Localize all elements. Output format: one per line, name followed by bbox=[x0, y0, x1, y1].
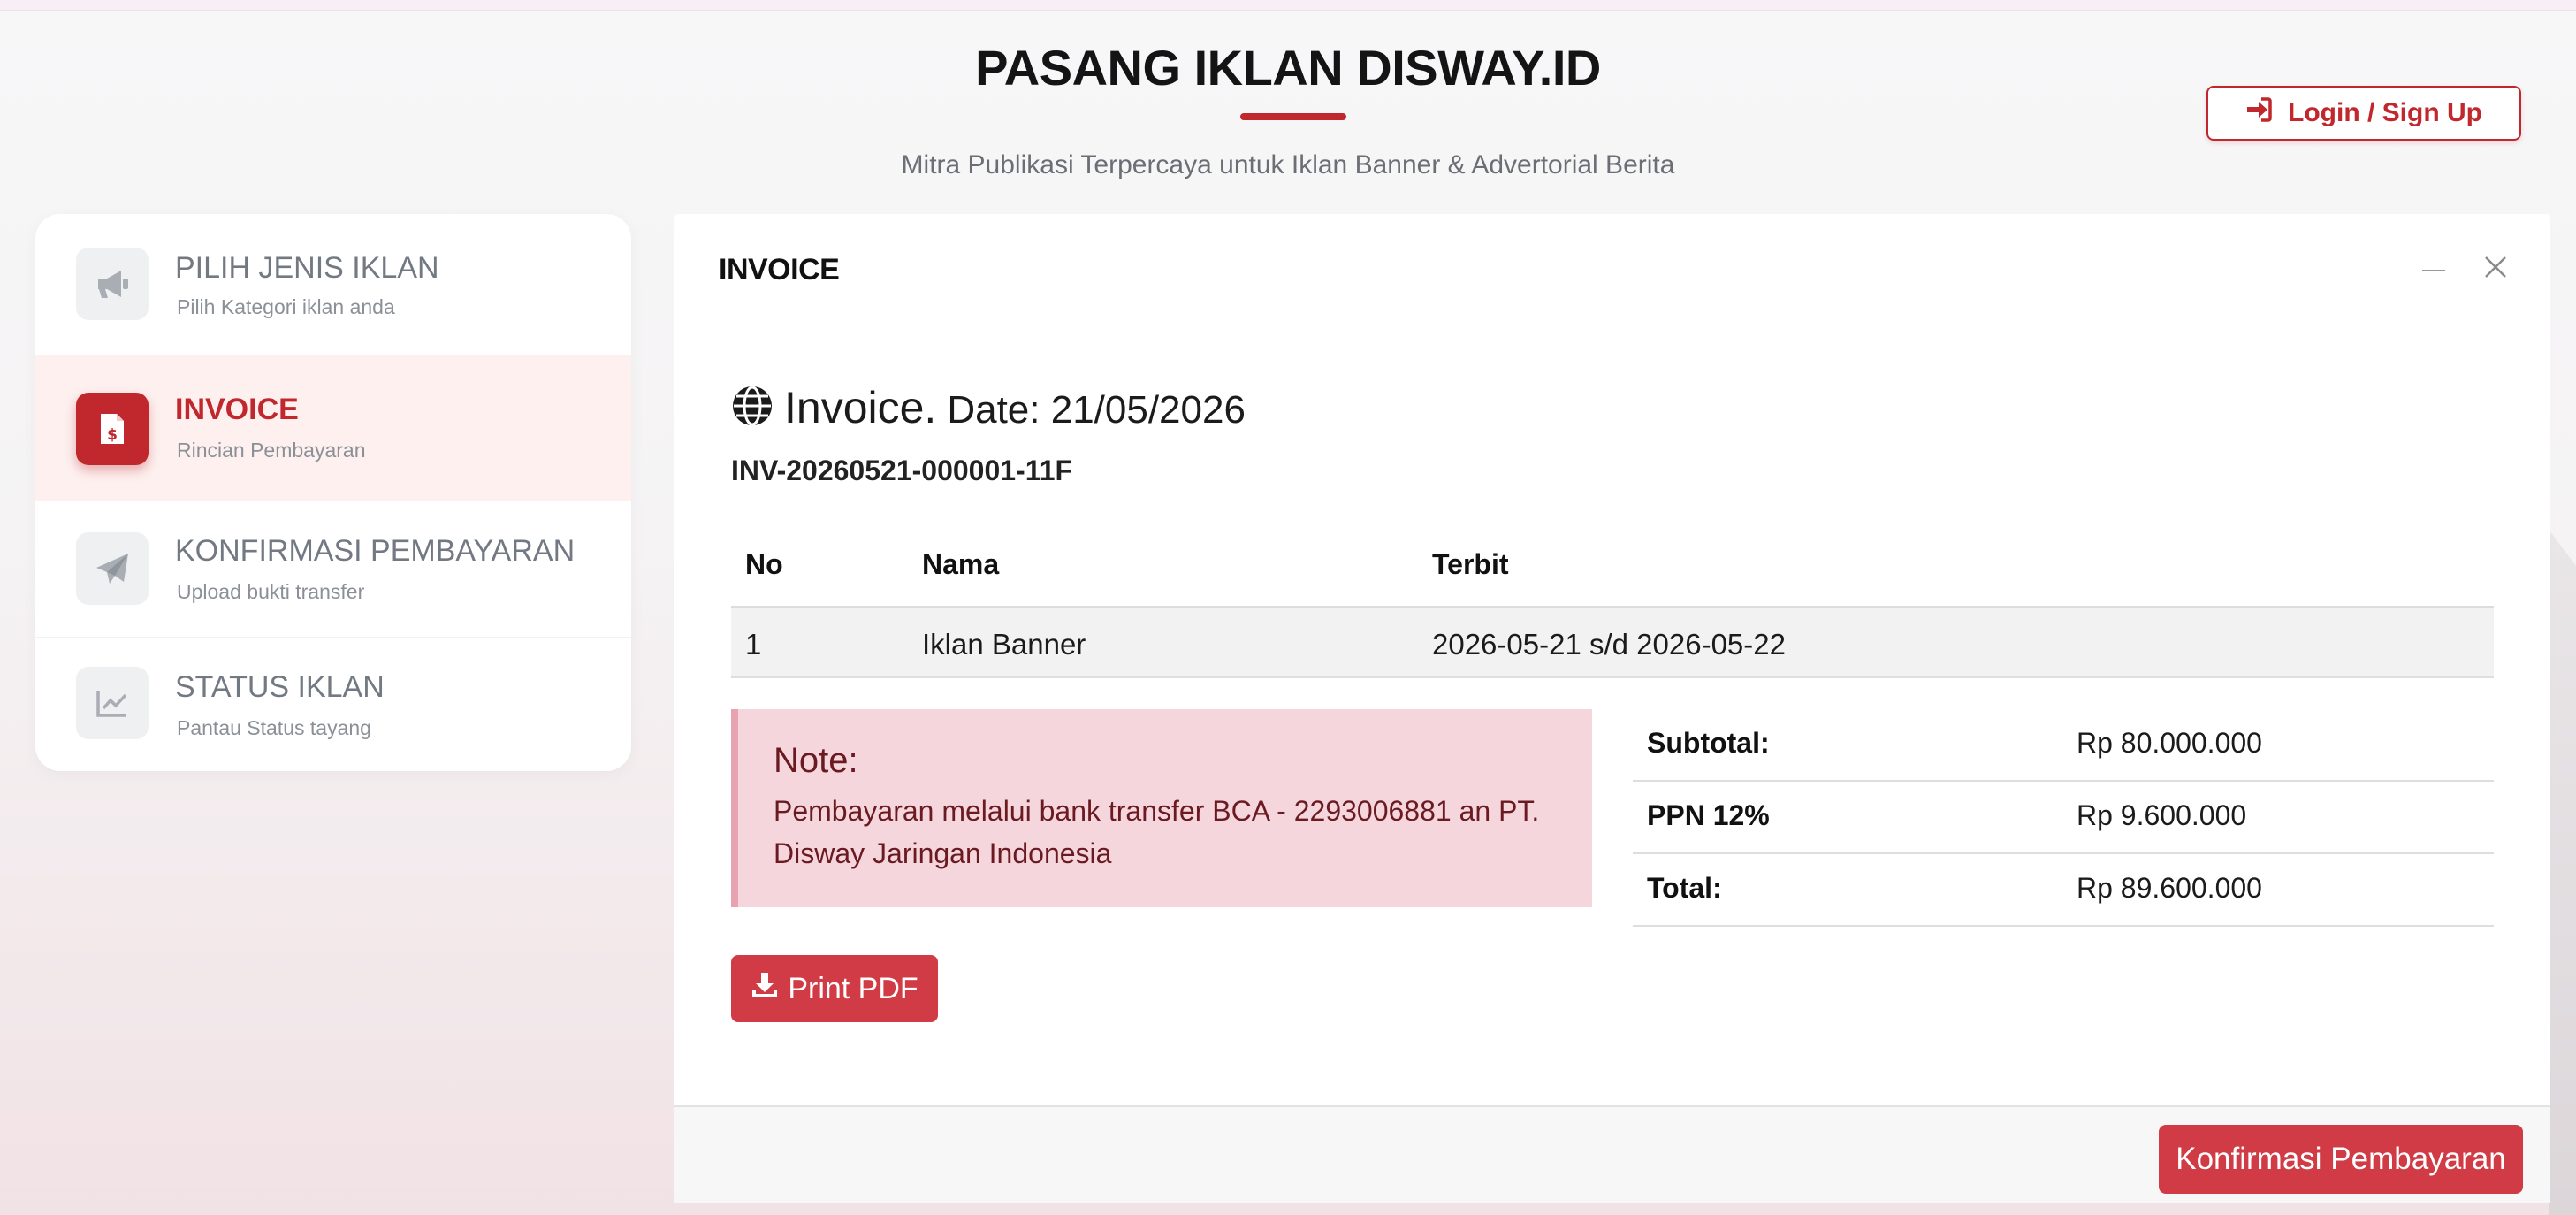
step-label: INVOICE bbox=[175, 393, 299, 426]
close-button[interactable] bbox=[2478, 251, 2513, 287]
paper-plane-icon bbox=[76, 532, 149, 605]
modal-title: INVOICE bbox=[719, 253, 840, 287]
step-pilih-jenis-iklan[interactable]: PILIH JENIS IKLAN Pilih Kategori iklan a… bbox=[35, 214, 631, 355]
chart-line-icon bbox=[76, 667, 149, 739]
table-header-terbit: Terbit bbox=[1432, 548, 1509, 580]
total-row: Total: Rp 89.600.000 bbox=[1633, 854, 2494, 927]
step-sublabel: Pantau Status tayang bbox=[177, 716, 371, 739]
login-label: Login / Sign Up bbox=[2288, 98, 2482, 127]
svg-text:$: $ bbox=[107, 426, 118, 444]
total-value: Rp 89.600.000 bbox=[2077, 872, 2262, 904]
step-invoice[interactable]: $ INVOICE Rincian Pembayaran bbox=[35, 355, 631, 501]
invoice-word: Invoice. bbox=[784, 383, 937, 432]
title-underline bbox=[1240, 113, 1346, 120]
print-pdf-button[interactable]: Print PDF bbox=[731, 955, 938, 1022]
subtotal-value: Rp 80.000.000 bbox=[2077, 727, 2262, 759]
subtotal-label: Subtotal: bbox=[1647, 727, 1770, 759]
step-sidebar: PILIH JENIS IKLAN Pilih Kategori iklan a… bbox=[35, 214, 631, 771]
close-icon bbox=[2484, 256, 2507, 283]
note-title: Note: bbox=[774, 741, 858, 780]
megaphone-icon bbox=[76, 248, 149, 320]
table-header-nama: Nama bbox=[922, 548, 1000, 580]
step-konfirmasi-pembayaran[interactable]: KONFIRMASI PEMBAYARAN Upload bukti trans… bbox=[35, 501, 631, 637]
modal-footer: Konfirmasi Pembayaran bbox=[674, 1105, 2550, 1203]
background-shape bbox=[2549, 531, 2576, 1215]
invoice-icon: $ bbox=[76, 393, 149, 465]
note-text: Pembayaran melalui bank transfer BCA - 2… bbox=[774, 795, 1540, 869]
minimize-button[interactable] bbox=[2416, 251, 2451, 287]
step-status-iklan[interactable]: STATUS IKLAN Pantau Status tayang bbox=[35, 638, 631, 771]
subtotal-row: Subtotal: Rp 80.000.000 bbox=[1633, 709, 2494, 782]
table-cell-terbit: 2026-05-21 s/d 2026-05-22 bbox=[1432, 628, 1786, 661]
step-label: KONFIRMASI PEMBAYARAN bbox=[175, 534, 575, 568]
invoice-number: INV-20260521-000001-11F bbox=[731, 455, 1073, 486]
totals-table: Subtotal: Rp 80.000.000 PPN 12% Rp 9.600… bbox=[1633, 709, 2494, 927]
minimize-icon bbox=[2422, 261, 2445, 277]
table-cell-nama: Iklan Banner bbox=[922, 628, 1086, 661]
login-signup-button[interactable]: Login / Sign Up bbox=[2206, 86, 2521, 141]
invoice-heading: Invoice. Date: 21/05/2026 bbox=[731, 382, 1246, 433]
tax-label: PPN 12% bbox=[1647, 799, 1770, 831]
tax-row: PPN 12% Rp 9.600.000 bbox=[1633, 782, 2494, 854]
page-title: PASANG IKLAN DISWAY.ID bbox=[975, 40, 1601, 96]
table-header-no: No bbox=[745, 548, 783, 580]
total-label: Total: bbox=[1647, 872, 1722, 904]
table-cell-no: 1 bbox=[745, 628, 762, 661]
top-strip bbox=[0, 0, 2576, 11]
step-sublabel: Pilih Kategori iklan anda bbox=[177, 295, 395, 318]
step-label: PILIH JENIS IKLAN bbox=[175, 251, 439, 285]
payment-note: Note: Pembayaran melalui bank transfer B… bbox=[731, 709, 1592, 907]
print-pdf-label: Print PDF bbox=[788, 971, 918, 1005]
step-sublabel: Upload bukti transfer bbox=[177, 580, 365, 603]
globe-icon bbox=[731, 385, 774, 432]
konfirmasi-pembayaran-button[interactable]: Konfirmasi Pembayaran bbox=[2159, 1125, 2523, 1194]
invoice-date: Date: 21/05/2026 bbox=[947, 388, 1246, 432]
page-subtitle: Mitra Publikasi Terpercaya untuk Iklan B… bbox=[901, 150, 1675, 180]
download-icon bbox=[751, 971, 779, 1007]
step-label: STATUS IKLAN bbox=[175, 670, 385, 704]
step-sublabel: Rincian Pembayaran bbox=[177, 439, 366, 462]
invoice-modal: INVOICE Invoice. Date: 21/05/2026 INV-20… bbox=[674, 214, 2550, 1203]
tax-value: Rp 9.600.000 bbox=[2077, 799, 2247, 831]
sign-in-icon bbox=[2245, 97, 2272, 129]
